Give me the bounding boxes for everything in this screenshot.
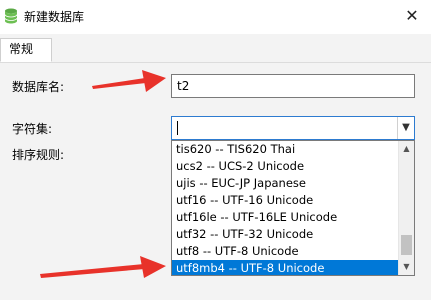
dropdown-option[interactable]: utf16 -- UTF-16 Unicode — [172, 192, 398, 209]
collation-label: 排序规则: — [12, 148, 65, 162]
dropdown-option-selected[interactable]: utf8mb4 -- UTF-8 Unicode — [172, 260, 398, 275]
tab-general[interactable]: 常规 — [0, 38, 52, 62]
dropdown-option[interactable]: ujis -- EUC-JP Japanese — [172, 175, 398, 192]
window-title: 新建数据库 — [24, 10, 85, 24]
dropdown-option[interactable]: ucs2 -- UCS-2 Unicode — [172, 158, 398, 175]
dropdown-option[interactable]: utf16le -- UTF-16LE Unicode — [172, 209, 398, 226]
annotation-arrow-icon — [92, 70, 166, 92]
annotation-arrow-icon — [40, 256, 166, 278]
scrollbar-thumb[interactable] — [401, 234, 412, 255]
dropdown-option[interactable]: utf8 -- UTF-8 Unicode — [172, 243, 398, 260]
dropdown-option[interactable]: utf32 -- UTF-32 Unicode — [172, 226, 398, 243]
db-name-label: 数据库名: — [12, 80, 65, 94]
title-bar: 新建数据库 ✕ — [0, 0, 431, 34]
charset-select[interactable]: ▼ — [171, 116, 415, 140]
close-button[interactable]: ✕ — [400, 4, 424, 28]
tab-strip: 常规 — [0, 34, 431, 63]
dropdown-option[interactable]: tis620 -- TIS620 Thai — [172, 141, 398, 158]
charset-label: 字符集: — [12, 122, 53, 136]
new-database-dialog: 新建数据库 ✕ 常规 数据库名: 字符集: ▼ 排序规则: tis620 -- … — [0, 0, 431, 300]
charset-dropdown-list[interactable]: tis620 -- TIS620 Thai ucs2 -- UCS-2 Unic… — [171, 140, 415, 276]
dropdown-scrollbar[interactable]: ▲ ▼ — [398, 141, 414, 275]
database-icon — [4, 8, 18, 24]
close-icon: ✕ — [405, 6, 419, 25]
chevron-down-icon[interactable]: ▼ — [397, 117, 414, 139]
db-name-input[interactable] — [171, 74, 415, 98]
scroll-down-icon[interactable]: ▼ — [399, 259, 414, 275]
text-caret — [177, 121, 178, 135]
scroll-up-icon[interactable]: ▲ — [399, 141, 414, 157]
